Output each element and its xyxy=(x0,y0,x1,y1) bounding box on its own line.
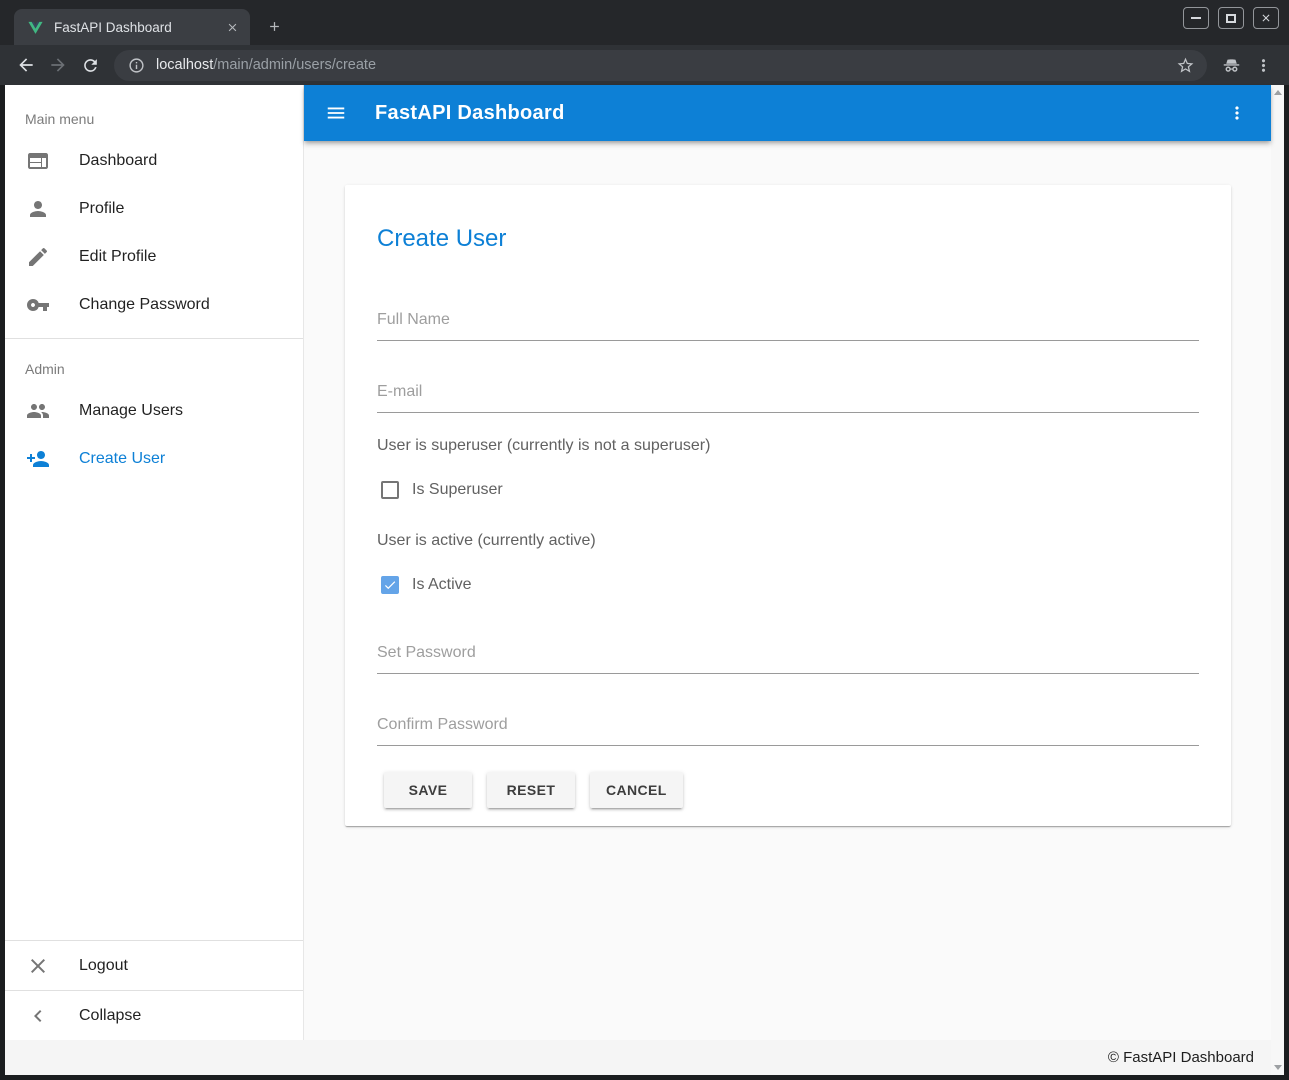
person-add-icon xyxy=(26,447,50,471)
tab-strip: FastAPI Dashboard xyxy=(0,0,1289,45)
url-text: localhost/main/admin/users/create xyxy=(156,57,1173,73)
sidebar-bottom: Logout Collapse xyxy=(5,940,303,1040)
page: Main menu Dashboard Profile xyxy=(5,85,1284,1075)
sidebar-item-label: Profile xyxy=(79,200,124,218)
appbar-title: FastAPI Dashboard xyxy=(375,102,565,125)
tab-title: FastAPI Dashboard xyxy=(54,20,222,35)
sidebar-item-logout[interactable]: Logout xyxy=(5,941,303,990)
full-name-input[interactable] xyxy=(377,311,1199,341)
footer-copyright: © FastAPI Dashboard xyxy=(1108,1049,1254,1066)
app-body: Main menu Dashboard Profile xyxy=(5,85,1271,1040)
browser-toolbar: localhost/main/admin/users/create xyxy=(0,45,1289,85)
main-content: Create User User is superuser (currently… xyxy=(304,141,1271,1040)
incognito-icon xyxy=(1215,49,1247,81)
sidebar-item-label: Manage Users xyxy=(79,402,183,420)
superuser-checkbox[interactable] xyxy=(381,481,399,499)
browser-chrome: FastAPI Dashboard xyxy=(0,0,1289,85)
sidebar-item-change-password[interactable]: Change Password xyxy=(5,281,303,329)
key-icon xyxy=(26,293,50,317)
close-button[interactable] xyxy=(1253,7,1279,29)
pencil-icon xyxy=(26,245,50,269)
email-field-wrap xyxy=(377,383,1199,413)
set-password-field-wrap xyxy=(377,644,1199,674)
sidebar-item-edit-profile[interactable]: Edit Profile xyxy=(5,233,303,281)
sidebar-item-label: Edit Profile xyxy=(79,248,156,266)
form-actions: SAVE RESET CANCEL xyxy=(377,772,1199,808)
scroll-down-icon[interactable] xyxy=(1274,1065,1282,1070)
active-checkbox[interactable] xyxy=(381,576,399,594)
page-title: Create User xyxy=(377,225,1199,253)
sidebar-item-manage-users[interactable]: Manage Users xyxy=(5,387,303,435)
new-tab-button[interactable] xyxy=(260,12,288,40)
confirm-password-input[interactable] xyxy=(377,716,1199,746)
superuser-checkbox-label: Is Superuser xyxy=(412,481,503,499)
create-user-card: Create User User is superuser (currently… xyxy=(345,185,1231,826)
maximize-button[interactable] xyxy=(1218,7,1244,29)
active-checkbox-row[interactable]: Is Active xyxy=(381,567,1199,603)
sidebar-section-admin: Admin xyxy=(5,339,303,387)
close-icon xyxy=(1260,12,1272,24)
sidebar-item-collapse[interactable]: Collapse xyxy=(5,991,303,1040)
superuser-checkbox-row[interactable]: Is Superuser xyxy=(381,472,1199,508)
superuser-hint: User is superuser (currently is not a su… xyxy=(377,437,1199,455)
people-icon xyxy=(26,399,50,423)
reload-button[interactable] xyxy=(74,49,106,81)
browser-window: FastAPI Dashboard xyxy=(0,0,1289,1080)
sidebar-item-label: Change Password xyxy=(79,296,210,314)
active-hint: User is active (currently active) xyxy=(377,532,1199,550)
browser-menu-icon[interactable] xyxy=(1247,49,1279,81)
page-scrollbar[interactable] xyxy=(1271,85,1284,1075)
back-button[interactable] xyxy=(10,49,42,81)
minimize-button[interactable] xyxy=(1183,7,1209,29)
web-icon xyxy=(26,149,50,173)
sidebar: Main menu Dashboard Profile xyxy=(5,85,304,1040)
sidebar-item-label: Collapse xyxy=(79,1007,141,1025)
active-checkbox-label: Is Active xyxy=(412,576,472,594)
maximize-icon xyxy=(1226,14,1236,23)
person-icon xyxy=(26,197,50,221)
sidebar-item-label: Logout xyxy=(79,957,128,975)
vue-favicon xyxy=(26,18,44,36)
appbar-kebab-icon[interactable] xyxy=(1223,99,1251,127)
app-footer: © FastAPI Dashboard xyxy=(5,1040,1271,1075)
full-name-field-wrap xyxy=(377,311,1199,341)
sidebar-item-profile[interactable]: Profile xyxy=(5,185,303,233)
sidebar-item-create-user[interactable]: Create User xyxy=(5,435,303,483)
save-button[interactable]: SAVE xyxy=(384,772,472,808)
minimize-icon xyxy=(1191,17,1201,19)
main-area: FastAPI Dashboard Create User xyxy=(304,85,1271,1040)
reset-button[interactable]: RESET xyxy=(487,772,575,808)
window-controls xyxy=(1183,7,1279,29)
sidebar-item-dashboard[interactable]: Dashboard xyxy=(5,137,303,185)
url-host: localhost xyxy=(156,57,213,73)
site-info-icon[interactable] xyxy=(126,55,146,75)
checkmark-icon xyxy=(383,578,397,592)
sidebar-item-label: Create User xyxy=(79,450,165,468)
browser-tab[interactable]: FastAPI Dashboard xyxy=(14,9,250,45)
email-input[interactable] xyxy=(377,383,1199,413)
sidebar-item-label: Dashboard xyxy=(79,152,157,170)
cancel-button[interactable]: CANCEL xyxy=(590,772,683,808)
scroll-up-icon[interactable] xyxy=(1274,90,1282,95)
forward-button[interactable] xyxy=(42,49,74,81)
chevron-left-icon xyxy=(26,1004,50,1028)
hamburger-menu-icon[interactable] xyxy=(324,101,348,125)
confirm-password-field-wrap xyxy=(377,716,1199,746)
tab-close-icon[interactable] xyxy=(222,17,242,37)
bookmark-star-icon[interactable] xyxy=(1173,53,1197,77)
app: Main menu Dashboard Profile xyxy=(5,85,1271,1075)
address-bar[interactable]: localhost/main/admin/users/create xyxy=(114,50,1207,81)
sidebar-section-main: Main menu xyxy=(5,85,303,137)
set-password-input[interactable] xyxy=(377,644,1199,674)
url-path: /main/admin/users/create xyxy=(213,57,376,73)
app-bar: FastAPI Dashboard xyxy=(304,85,1271,141)
close-x-icon xyxy=(26,954,50,978)
